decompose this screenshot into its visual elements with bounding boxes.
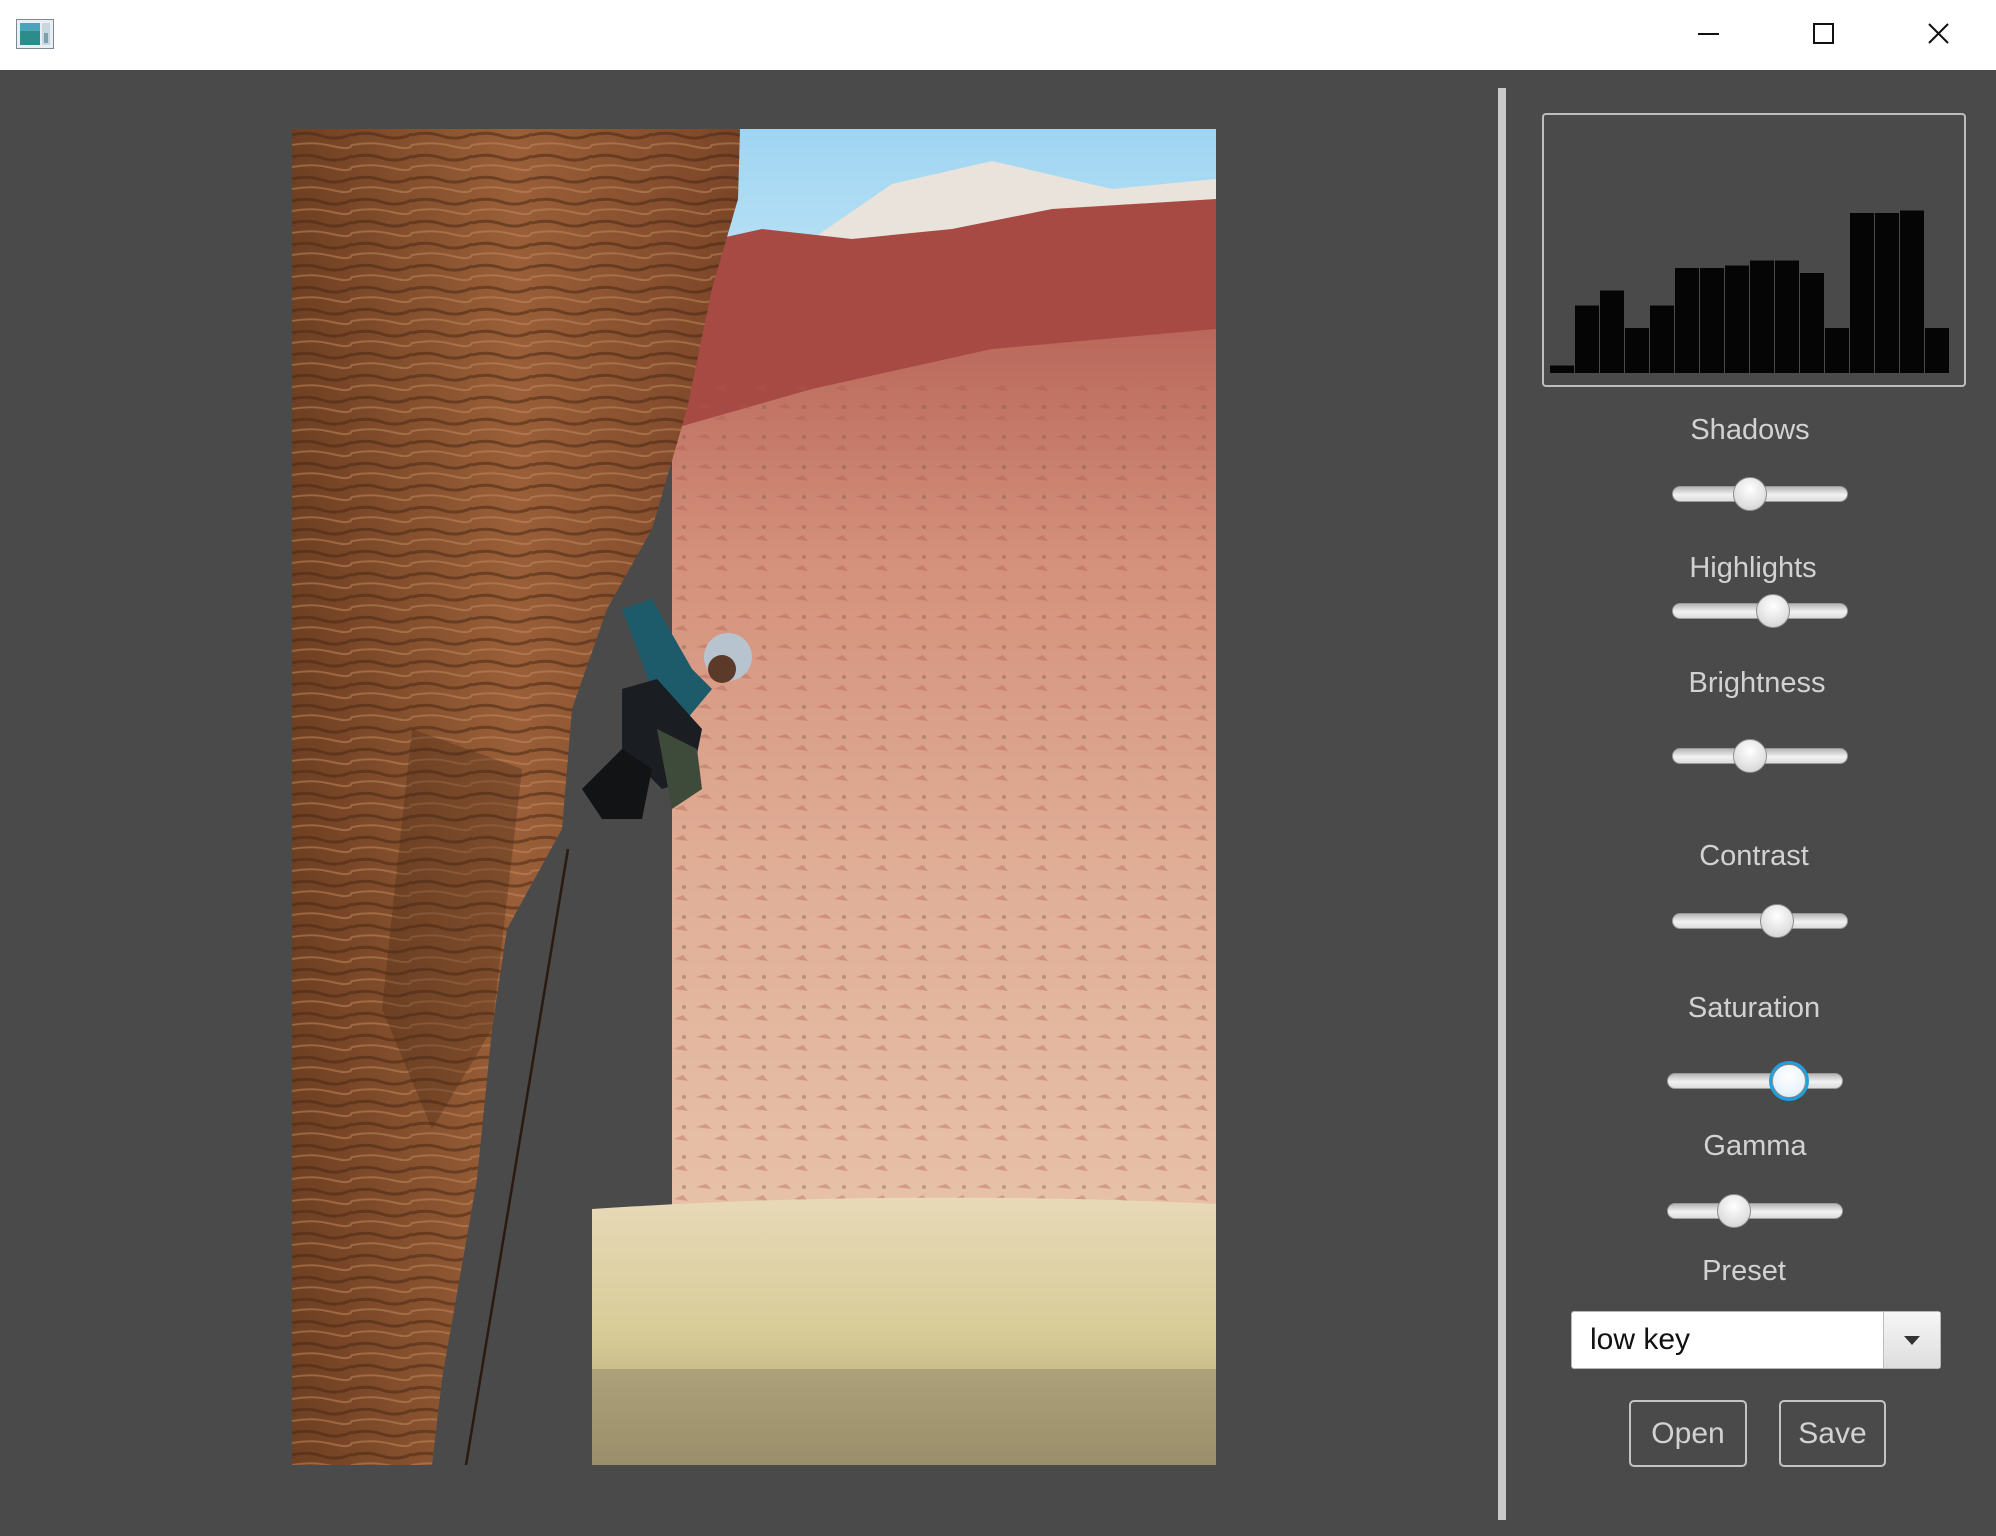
histogram-bar — [1725, 265, 1749, 373]
histogram-chart — [1550, 210, 1949, 373]
title-bar — [0, 0, 1996, 70]
panel-splitter[interactable] — [1498, 88, 1506, 1520]
slider-thumb[interactable] — [1760, 904, 1795, 938]
gamma-slider[interactable] — [1667, 1191, 1843, 1231]
close-icon — [1928, 23, 1949, 44]
histogram-bar — [1925, 328, 1949, 373]
app-image-icon — [16, 19, 54, 49]
histogram-bar — [1625, 328, 1649, 373]
highlights-label: Highlights — [1689, 552, 1817, 584]
histogram-bar — [1675, 268, 1699, 373]
histogram-bar — [1575, 305, 1599, 373]
minimize-button[interactable] — [1651, 0, 1766, 70]
dropdown-arrow-button[interactable] — [1883, 1312, 1940, 1368]
histogram-bar — [1825, 328, 1849, 373]
slider-track — [1667, 1073, 1843, 1089]
slider-thumb[interactable] — [1733, 477, 1768, 511]
brightness-slider[interactable] — [1672, 736, 1848, 776]
slider-thumb[interactable] — [1772, 1064, 1807, 1098]
slider-track — [1667, 1203, 1843, 1219]
histogram-panel — [1542, 113, 1966, 387]
gamma-label: Gamma — [1703, 1130, 1807, 1162]
close-button[interactable] — [1881, 0, 1996, 70]
histogram-bar — [1700, 268, 1724, 373]
highlights-slider[interactable] — [1672, 591, 1848, 631]
photo-rock-climber — [292, 129, 1216, 1465]
histogram-bar — [1650, 305, 1674, 373]
preset-dropdown[interactable]: low key — [1571, 1311, 1941, 1369]
saturation-slider[interactable] — [1667, 1061, 1843, 1101]
save-button[interactable]: Save — [1779, 1400, 1886, 1467]
shadows-slider[interactable] — [1672, 474, 1848, 514]
maximize-button[interactable] — [1766, 0, 1881, 70]
minimize-icon — [1698, 33, 1719, 35]
histogram-bar — [1800, 273, 1824, 373]
histogram-bar — [1875, 213, 1899, 373]
histogram-bar — [1600, 290, 1624, 373]
chevron-down-icon — [1904, 1336, 1920, 1345]
slider-thumb[interactable] — [1733, 739, 1768, 773]
slider-thumb[interactable] — [1755, 594, 1790, 628]
contrast-slider[interactable] — [1672, 901, 1848, 941]
histogram-bar — [1750, 260, 1774, 373]
histogram-bar — [1775, 260, 1799, 373]
brightness-label: Brightness — [1688, 667, 1826, 699]
photo-canvas — [292, 129, 1216, 1465]
slider-thumb[interactable] — [1716, 1194, 1751, 1228]
histogram-bar — [1550, 365, 1574, 373]
shadows-label: Shadows — [1690, 414, 1810, 446]
histogram-bar — [1900, 210, 1924, 373]
histogram-bar — [1850, 213, 1874, 373]
open-button[interactable]: Open — [1629, 1400, 1747, 1467]
preset-label: Preset — [1702, 1255, 1786, 1287]
maximize-icon — [1813, 23, 1834, 44]
contrast-label: Contrast — [1699, 840, 1809, 872]
saturation-label: Saturation — [1687, 992, 1821, 1024]
preset-selected-value: low key — [1590, 1323, 1691, 1356]
